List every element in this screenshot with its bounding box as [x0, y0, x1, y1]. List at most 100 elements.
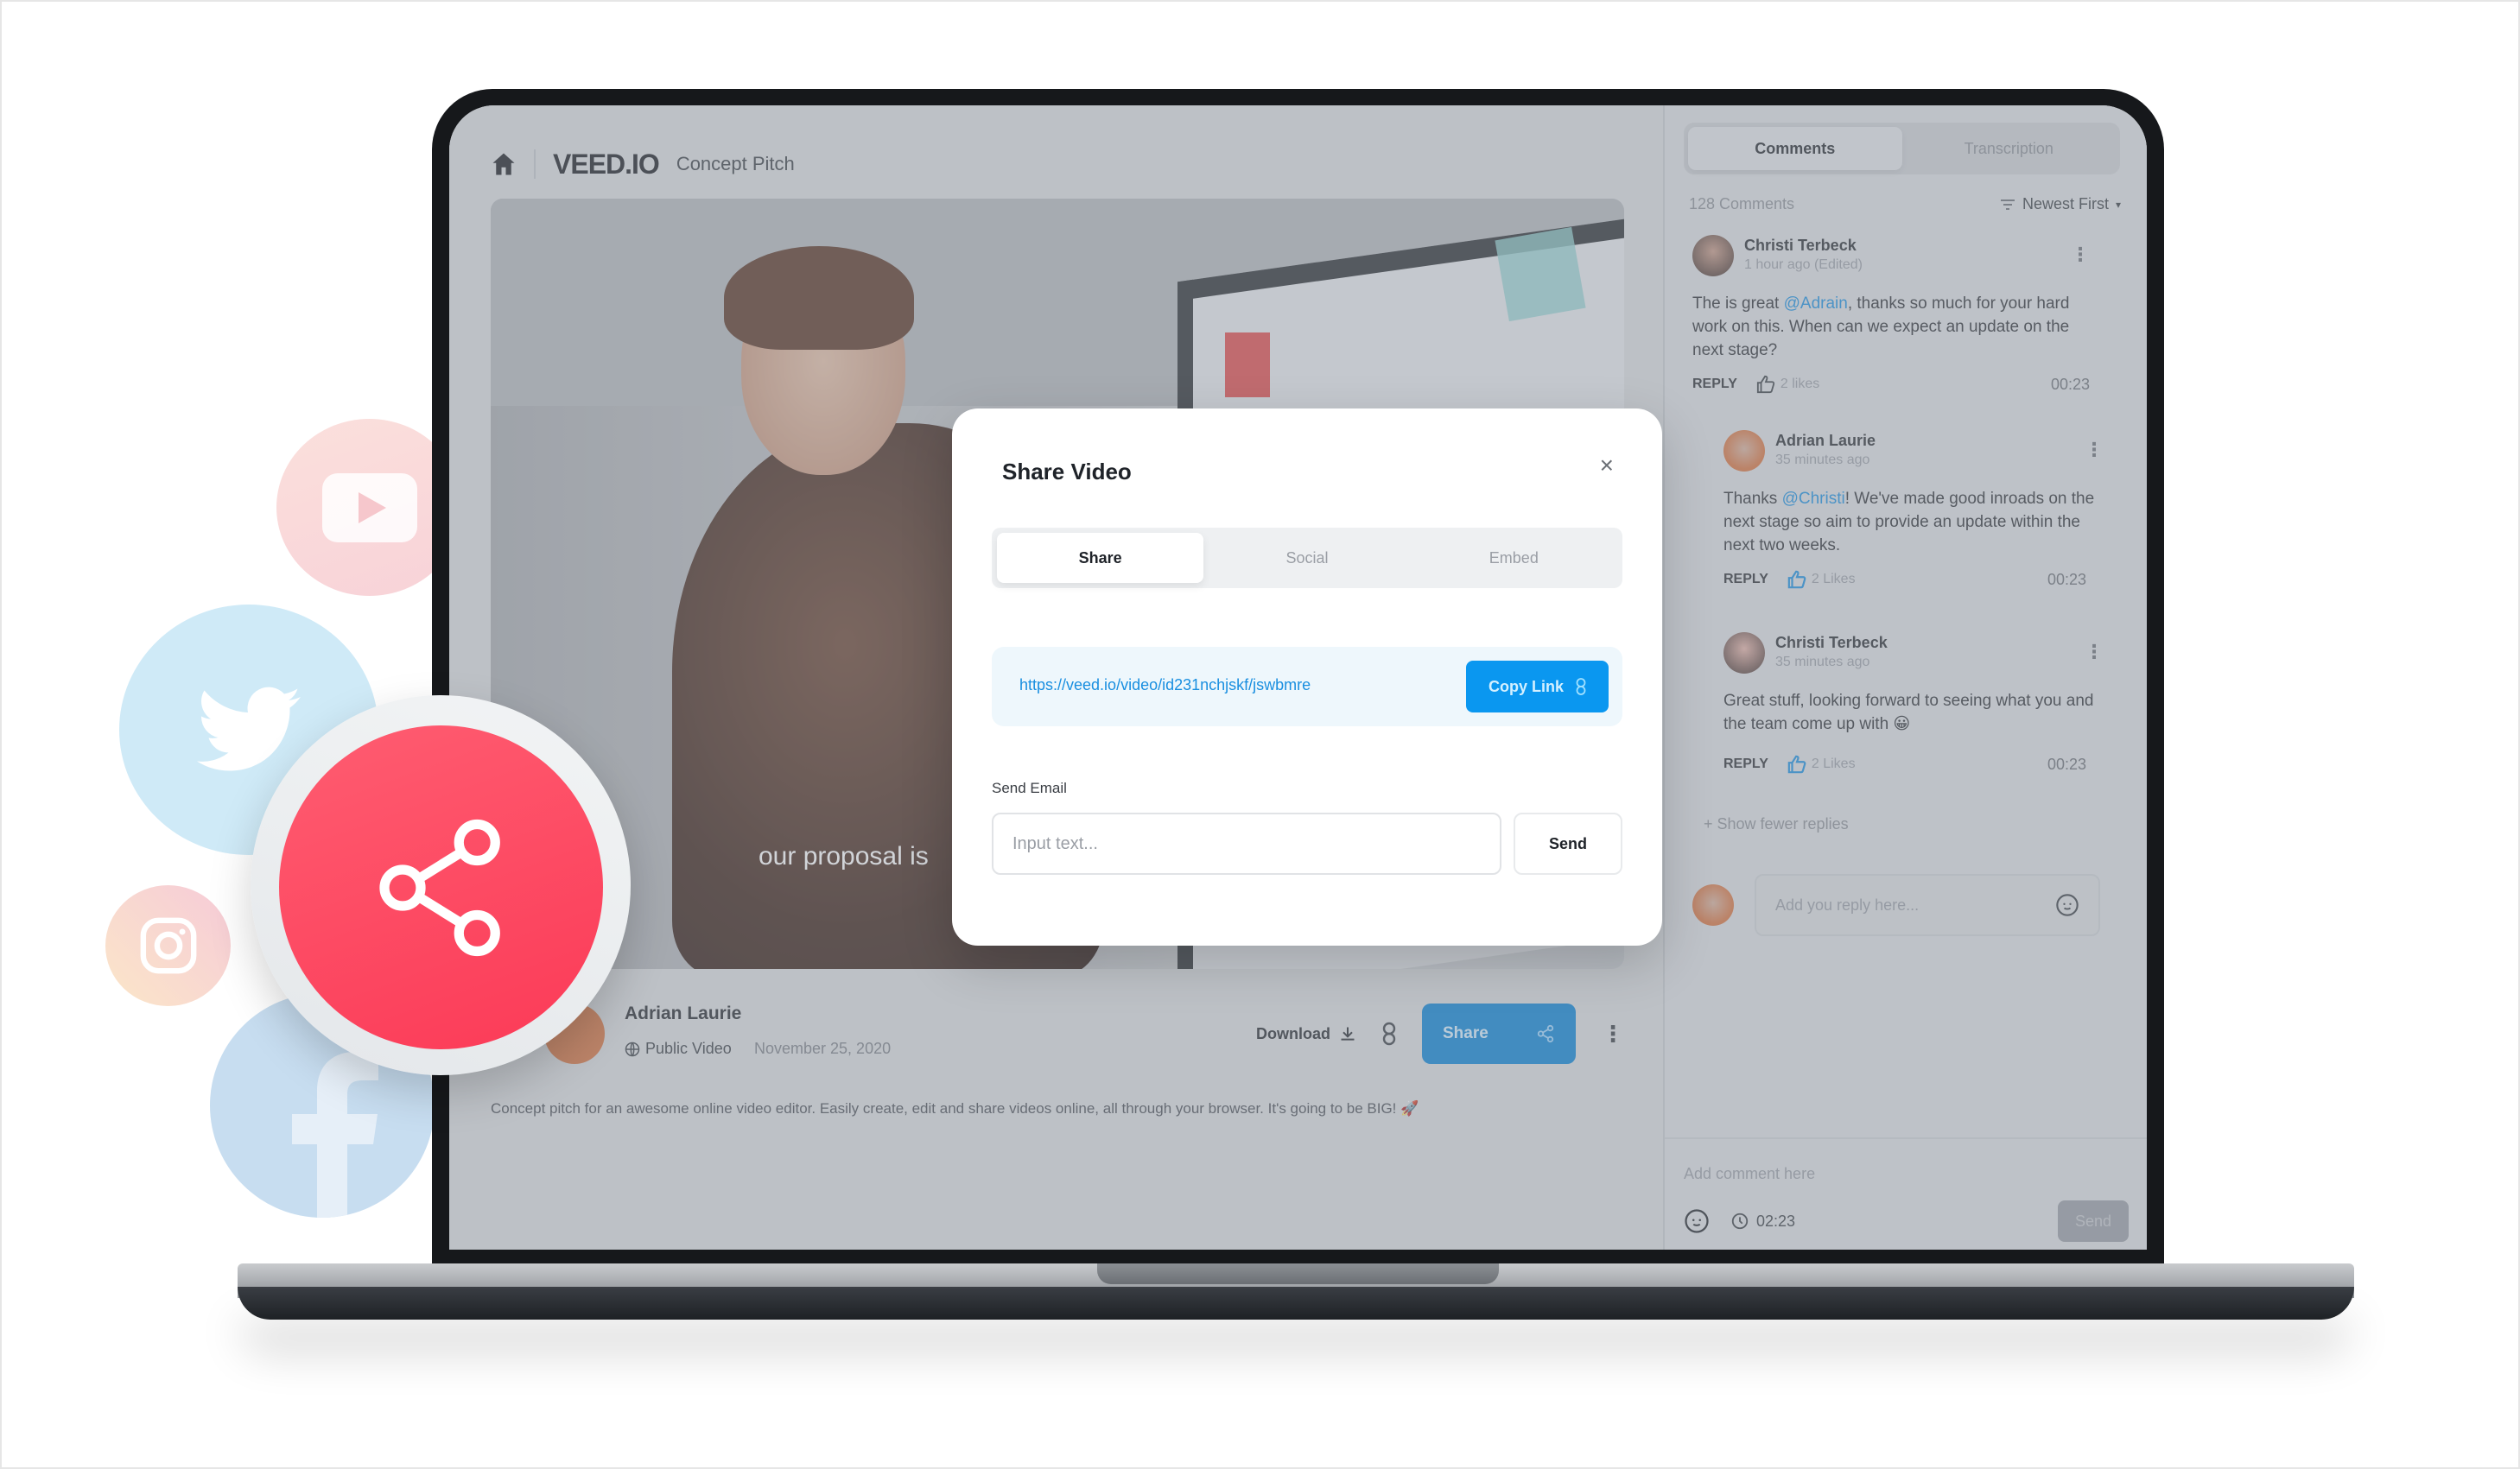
close-icon[interactable]: × — [1600, 452, 1614, 479]
comments-sidebar: Comments Transcription 128 Comments Newe… — [1663, 105, 2147, 1250]
emoji-icon[interactable] — [1684, 1208, 1710, 1234]
laptop-notch — [1097, 1263, 1499, 1284]
timestamp-toggle[interactable]: 02:23 — [1730, 1212, 1795, 1231]
composer-toolbar: 02:23 Send — [1684, 1200, 2129, 1243]
sidebar-tabs: Comments Transcription — [1684, 123, 2120, 174]
video-actions: Download Share ⋮ — [1256, 1004, 1624, 1064]
comment-time: 35 minutes ago — [1775, 453, 1870, 467]
comment-timestamp[interactable]: 00:23 — [2047, 756, 2086, 774]
share-link-url[interactable]: https://veed.io/video/id231nchjskf/jswbm… — [1019, 676, 1311, 694]
home-icon[interactable] — [491, 151, 517, 177]
facebook-icon — [292, 1052, 378, 1218]
clock-icon — [1731, 1213, 1749, 1230]
comment: Christi Terbeck 1 hour ago (Edited) ⋮ Th… — [1692, 235, 2090, 434]
comment-footer: REPLY 2 Likes 00:23 — [1723, 570, 2086, 589]
comment-text-part: Thanks — [1723, 490, 1782, 508]
comment-footer: REPLY 2 Likes 00:23 — [1723, 755, 2086, 774]
more-options-icon[interactable]: ⋮ — [1602, 1021, 1624, 1048]
copy-link-label: Copy Link — [1488, 677, 1564, 695]
reply-placeholder: Add you reply here... — [1775, 896, 1920, 914]
globe-icon — [625, 1042, 640, 1056]
share-button[interactable]: Share — [1422, 1004, 1576, 1064]
divider — [534, 149, 536, 179]
top-bar: VEED.IO Concept Pitch — [491, 138, 795, 190]
mention-link[interactable]: @Adrain — [1784, 294, 1848, 313]
thumbs-up-icon — [1787, 570, 1806, 589]
comment-time: 1 hour ago (Edited) — [1744, 257, 1863, 272]
share-video-modal: Share Video × Share Social Embed https:/… — [952, 408, 1662, 946]
video-frame-sticky-note — [1225, 332, 1270, 397]
instagram-icon — [140, 917, 196, 974]
more-options-icon[interactable]: ⋮ — [2085, 641, 2104, 663]
sort-dropdown[interactable]: Newest First ▾ — [2000, 195, 2121, 213]
link-icon[interactable] — [1382, 1022, 1396, 1046]
thumbs-up-icon — [1787, 755, 1806, 774]
send-comment-button[interactable]: Send — [2058, 1200, 2129, 1242]
youtube-icon — [321, 472, 417, 542]
thumbs-up-icon — [1756, 375, 1775, 394]
avatar — [1692, 235, 1734, 276]
modal-title: Share Video — [1002, 459, 1132, 484]
copy-link-button[interactable]: Copy Link — [1466, 661, 1609, 712]
instagram-bubble — [105, 885, 231, 1006]
filter-icon — [2000, 199, 2015, 210]
share-tabs: Share Social Embed — [992, 528, 1622, 588]
like-button[interactable]: 2 Likes — [1787, 570, 1856, 589]
send-email-button[interactable]: Send — [1514, 813, 1622, 875]
link-icon — [1576, 678, 1586, 695]
share-label: Share — [1443, 1024, 1489, 1042]
video-caption: our proposal is — [759, 842, 929, 871]
tab-share[interactable]: Share — [997, 533, 1204, 583]
sort-label: Newest First — [2022, 195, 2109, 212]
like-count: 2 Likes — [1811, 572, 1856, 586]
visibility-label: Public Video — [625, 1040, 732, 1058]
comment-text: The is great @Adrain, thanks so much for… — [1692, 292, 2090, 362]
more-options-icon[interactable]: ⋮ — [2085, 439, 2104, 461]
comment-timestamp[interactable]: 00:23 — [2051, 376, 2090, 394]
share-icon — [1537, 1024, 1554, 1043]
comment-input[interactable]: Add comment here — [1684, 1165, 1815, 1183]
visibility-text: Public Video — [645, 1040, 732, 1057]
comment-author: Adrian Laurie — [1775, 432, 1876, 449]
avatar — [1723, 632, 1765, 674]
comment-reply: Adrian Laurie 35 minutes ago ⋮ Thanks @C… — [1723, 430, 2104, 620]
laptop-bottom — [238, 1287, 2354, 1320]
download-button[interactable]: Download — [1256, 1025, 1356, 1043]
uploader-name: Adrian Laurie — [625, 1004, 742, 1023]
comment-text-part: Great stuff, looking forward to seeing w… — [1723, 692, 2094, 733]
more-options-icon[interactable]: ⋮ — [2071, 244, 2090, 266]
brand-logo[interactable]: VEED.IO — [553, 149, 660, 180]
send-email-label: Send Email — [992, 780, 1067, 796]
tab-social[interactable]: Social — [1203, 533, 1410, 583]
tab-transcription[interactable]: Transcription — [1902, 127, 2117, 170]
avatar — [1692, 884, 1734, 926]
emoji-icon[interactable] — [2055, 893, 2079, 917]
reply-row: Add you reply here... — [1692, 874, 2100, 936]
reply-button[interactable]: REPLY — [1723, 572, 1768, 587]
comment-footer: REPLY 2 likes 00:23 — [1692, 375, 2090, 394]
project-title: Concept Pitch — [676, 153, 795, 174]
download-label: Download — [1256, 1024, 1330, 1042]
reply-button[interactable]: REPLY — [1692, 377, 1737, 392]
reply-input[interactable]: Add you reply here... — [1755, 874, 2100, 936]
share-icon — [378, 819, 500, 956]
comment-text: Thanks @Christi! We've made good inroads… — [1723, 487, 2104, 557]
comment-reply: Christi Terbeck 35 minutes ago ⋮ Great s… — [1723, 632, 2104, 805]
mention-link[interactable]: @Christi — [1782, 490, 1845, 508]
like-count: 2 likes — [1780, 377, 1820, 391]
comment-time: 35 minutes ago — [1775, 655, 1870, 669]
show-fewer-replies-link[interactable]: + Show fewer replies — [1704, 815, 1849, 833]
download-icon — [1341, 1027, 1355, 1041]
tab-embed[interactable]: Embed — [1411, 533, 1617, 583]
like-button[interactable]: 2 Likes — [1787, 755, 1856, 774]
chevron-down-icon: ▾ — [2115, 198, 2121, 211]
like-button[interactable]: 2 likes — [1756, 375, 1819, 394]
comment-timestamp[interactable]: 00:23 — [2047, 571, 2086, 589]
avatar — [1723, 430, 1765, 472]
email-input[interactable] — [992, 813, 1501, 875]
tab-comments[interactable]: Comments — [1688, 127, 1902, 170]
comment-composer: Add comment here 02:23 Send — [1665, 1137, 2147, 1250]
share-badge — [279, 725, 603, 1049]
upload-date: November 25, 2020 — [754, 1040, 892, 1057]
reply-button[interactable]: REPLY — [1723, 757, 1768, 772]
